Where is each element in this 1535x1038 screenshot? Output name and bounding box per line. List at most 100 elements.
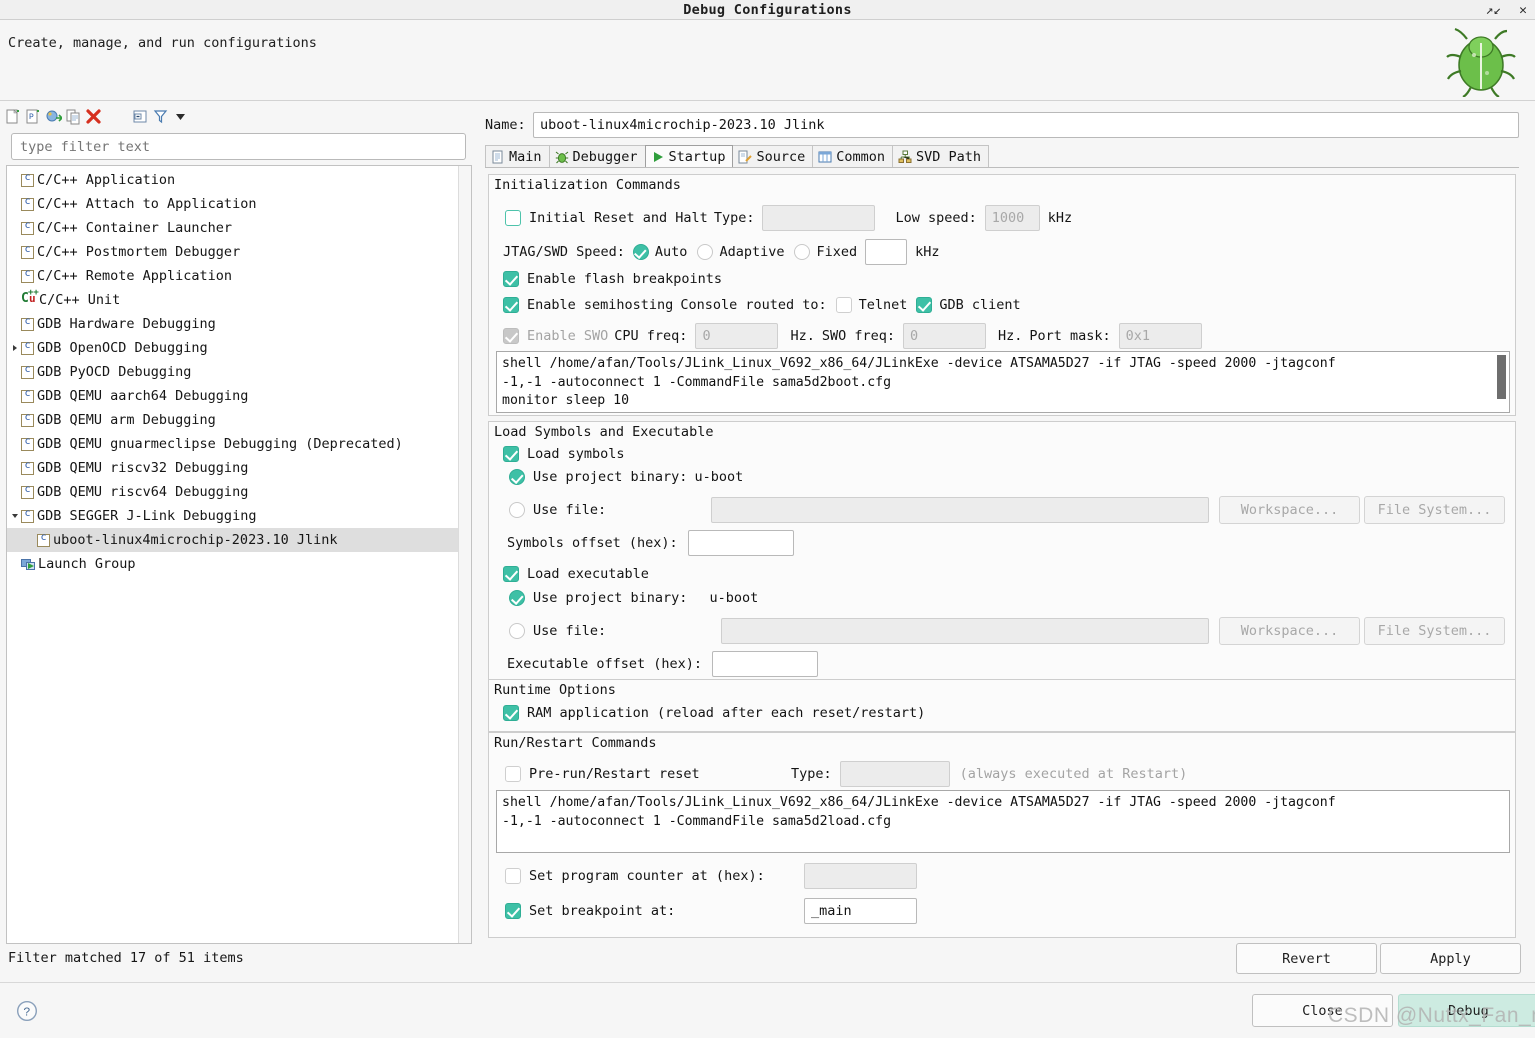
tree-item-label: GDB QEMU riscv64 Debugging — [37, 484, 248, 500]
filter-icon[interactable] — [152, 108, 169, 125]
tree-item[interactable]: GDB Hardware Debugging — [7, 312, 459, 336]
set-program-counter-checkbox[interactable] — [505, 868, 521, 884]
apply-button[interactable]: Apply — [1380, 943, 1521, 974]
collapse-all-icon[interactable] — [132, 108, 149, 125]
fixed-speed-input[interactable] — [865, 239, 907, 265]
tree-item[interactable]: GDB QEMU riscv32 Debugging — [7, 456, 459, 480]
tree-item[interactable]: GDB QEMU riscv64 Debugging — [7, 480, 459, 504]
port-mask-input[interactable] — [1119, 323, 1202, 349]
ram-application-checkbox[interactable] — [503, 705, 519, 721]
executable-use-file-radio[interactable] — [509, 623, 525, 639]
title-bar: Debug Configurations ↗↙ ✕ — [0, 0, 1535, 20]
init-commands-scroll-thumb[interactable] — [1497, 355, 1506, 399]
symbols-use-file-radio[interactable] — [509, 502, 525, 518]
flash-breakpoints-label: Enable flash breakpoints — [527, 271, 722, 287]
configuration-name-input[interactable] — [533, 112, 1519, 138]
radio-adaptive[interactable] — [697, 244, 713, 260]
new-configuration-icon[interactable] — [5, 108, 22, 125]
run-restart-commands-textarea[interactable]: shell /home/afan/Tools/JLink_Linux_V692_… — [496, 790, 1510, 853]
initialization-commands-textarea[interactable]: shell /home/afan/Tools/JLink_Linux_V692_… — [496, 351, 1510, 413]
tree-item[interactable]: C/C++ Application — [7, 168, 459, 192]
symbols-offset-input[interactable] — [688, 530, 794, 556]
tree-item[interactable]: GDB QEMU gnuarmeclipse Debugging (Deprec… — [7, 432, 459, 456]
low-speed-input[interactable] — [985, 205, 1040, 231]
new-prototype-icon[interactable]: P — [25, 108, 42, 125]
tree-item[interactable]: GDB QEMU arm Debugging — [7, 408, 459, 432]
view-menu-icon[interactable] — [172, 108, 189, 125]
tab-startup[interactable]: Startup — [645, 145, 734, 167]
watermark: CSDN @Nuttx_Fan_now — [1328, 1004, 1535, 1028]
export-icon[interactable] — [45, 108, 62, 125]
pre-run-reset-checkbox[interactable] — [505, 766, 521, 782]
reset-type-input[interactable] — [762, 205, 875, 231]
configurations-tree[interactable]: C/C++ ApplicationC/C++ Attach to Applica… — [6, 165, 472, 944]
chevron-right-icon[interactable] — [9, 336, 21, 360]
green-bug-icon — [1437, 25, 1521, 97]
load-symbols-label: Load symbols — [527, 446, 625, 462]
set-breakpoint-checkbox[interactable] — [505, 903, 521, 919]
executable-use-file-row: Use file: Workspace... File System... — [509, 617, 1505, 645]
tree-item[interactable]: C++uC/C++ Unit — [7, 288, 459, 312]
tree-item[interactable]: uboot-linux4microchip-2023.10 Jlink — [7, 528, 459, 552]
load-executable-group: Load executable Use project binary: u-bo… — [488, 558, 1516, 684]
delete-icon[interactable] — [85, 108, 102, 125]
tree-item[interactable]: GDB QEMU aarch64 Debugging — [7, 384, 459, 408]
executable-use-project-radio[interactable] — [509, 590, 525, 606]
tab-main[interactable]: Main — [485, 145, 550, 167]
radio-fixed[interactable] — [794, 244, 810, 260]
tree-item[interactable]: GDB SEGGER J-Link Debugging — [7, 504, 459, 528]
gdb-client-checkbox[interactable] — [916, 297, 932, 313]
swo-checkbox[interactable] — [503, 328, 519, 344]
tab-common[interactable]: Common — [812, 145, 893, 167]
pre-run-type-input[interactable] — [840, 761, 950, 787]
initial-reset-row: Initial Reset and Halt Type: Low speed: … — [505, 205, 1072, 231]
initial-reset-checkbox[interactable] — [505, 210, 521, 226]
executable-filesystem-button[interactable]: File System... — [1364, 617, 1505, 645]
svg-text:?: ? — [23, 1006, 30, 1020]
flash-breakpoints-checkbox[interactable] — [503, 271, 519, 287]
set-program-counter-input[interactable] — [804, 863, 917, 889]
tree-item-label: GDB QEMU riscv32 Debugging — [37, 460, 248, 476]
swo-freq-input[interactable] — [903, 323, 986, 349]
radio-auto[interactable] — [633, 244, 649, 260]
c-launch-icon — [21, 318, 34, 331]
init-commands-scrollbar[interactable] — [1495, 353, 1508, 411]
tree-item[interactable]: Launch Group — [7, 552, 459, 576]
tree-item[interactable]: C/C++ Postmortem Debugger — [7, 240, 459, 264]
tree-item[interactable]: C/C++ Attach to Application — [7, 192, 459, 216]
tab-source[interactable]: Source — [732, 145, 813, 167]
executable-offset-input[interactable] — [712, 651, 818, 677]
tree-item[interactable]: C/C++ Container Launcher — [7, 216, 459, 240]
c-launch-icon — [21, 414, 34, 427]
executable-project-binary-value: u-boot — [709, 590, 758, 606]
help-icon[interactable]: ? — [16, 1000, 38, 1022]
executable-file-input[interactable] — [721, 618, 1209, 644]
cpu-freq-input[interactable] — [695, 323, 778, 349]
telnet-checkbox[interactable] — [836, 297, 852, 313]
set-program-counter-row: Set program counter at (hex): — [505, 863, 917, 889]
set-breakpoint-input[interactable] — [804, 898, 917, 924]
symbols-filesystem-button[interactable]: File System... — [1364, 496, 1505, 524]
revert-button[interactable]: Revert — [1236, 943, 1377, 974]
symbols-workspace-button[interactable]: Workspace... — [1219, 496, 1360, 524]
telnet-label: Telnet — [859, 297, 908, 313]
tree-item[interactable]: C/C++ Remote Application — [7, 264, 459, 288]
tree-item[interactable]: GDB PyOCD Debugging — [7, 360, 459, 384]
duplicate-icon[interactable] — [65, 108, 82, 125]
chevron-down-icon[interactable] — [9, 504, 21, 528]
maximize-icon[interactable]: ↗↙ — [1486, 4, 1502, 17]
symbols-file-input[interactable] — [711, 497, 1209, 523]
load-executable-checkbox[interactable] — [503, 566, 519, 582]
symbols-use-project-radio[interactable] — [509, 469, 525, 485]
tree-scrollbar[interactable] — [458, 166, 471, 943]
close-icon[interactable]: ✕ — [1519, 4, 1527, 17]
load-symbols-checkbox[interactable] — [503, 446, 519, 462]
tree-item[interactable]: GDB OpenOCD Debugging — [7, 336, 459, 360]
c-launch-icon — [21, 246, 34, 259]
search-input[interactable] — [11, 133, 466, 160]
configurations-toolbar: P — [0, 104, 477, 128]
executable-workspace-button[interactable]: Workspace... — [1219, 617, 1360, 645]
semihosting-checkbox[interactable] — [503, 297, 519, 313]
tab-debugger[interactable]: Debugger — [549, 145, 646, 167]
tab-svd-path[interactable]: SVD Path — [892, 145, 989, 167]
